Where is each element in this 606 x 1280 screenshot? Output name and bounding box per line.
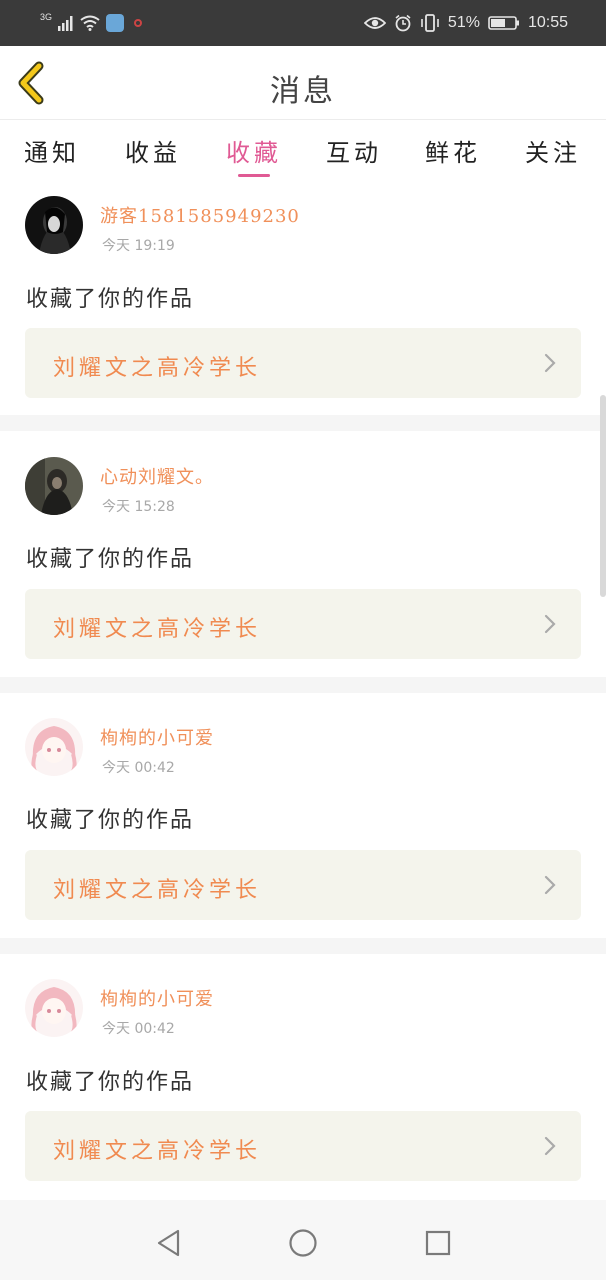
eye-icon bbox=[363, 17, 386, 29]
timestamp: 今天 00:42 bbox=[102, 760, 175, 776]
username[interactable]: 心动刘耀文。 bbox=[100, 463, 214, 489]
username[interactable]: 栒栒的小可爱 bbox=[100, 985, 214, 1011]
tab-follows[interactable]: 关注 bbox=[513, 133, 593, 173]
app-notification-icon bbox=[106, 14, 125, 32]
chevron-right-icon bbox=[544, 875, 556, 895]
action-text: 收藏了你的作品 bbox=[26, 808, 195, 833]
avatar[interactable] bbox=[25, 979, 83, 1037]
active-tab-indicator bbox=[238, 174, 270, 177]
status-left: 3G bbox=[40, 12, 143, 34]
divider bbox=[0, 677, 606, 693]
avatar[interactable] bbox=[25, 457, 83, 515]
header: 消息 bbox=[0, 46, 606, 120]
timestamp: 今天 15:28 bbox=[102, 499, 175, 515]
triangle-back-icon[interactable] bbox=[154, 1228, 184, 1258]
action-text: 收藏了你的作品 bbox=[26, 547, 195, 572]
avatar[interactable] bbox=[25, 196, 83, 254]
divider bbox=[0, 938, 606, 954]
action-text: 收藏了你的作品 bbox=[26, 287, 195, 312]
username[interactable]: 游客1581585949230 bbox=[100, 202, 300, 228]
square-recents-icon[interactable] bbox=[423, 1228, 453, 1258]
scrollbar[interactable] bbox=[600, 395, 606, 597]
work-title: 刘耀文之高冷学长 bbox=[53, 1139, 262, 1164]
message-card: 栒栒的小可爱 今天 00:42 收藏了你的作品 刘耀文之高冷学长 bbox=[0, 954, 606, 1200]
avatar[interactable] bbox=[25, 718, 83, 776]
tab-favorites[interactable]: 收藏 bbox=[214, 133, 294, 173]
tab-bar: 通知 收益 收藏 互动 鲜花 关注 bbox=[0, 121, 606, 183]
battery-percent: 51% bbox=[447, 14, 480, 31]
page-title: 消息 bbox=[270, 74, 336, 109]
record-notification-icon bbox=[134, 19, 143, 27]
alarm-icon bbox=[395, 14, 411, 32]
username[interactable]: 栒栒的小可爱 bbox=[100, 724, 214, 750]
battery-icon bbox=[488, 16, 519, 30]
work-title: 刘耀文之高冷学长 bbox=[53, 356, 262, 381]
timestamp: 今天 19:19 bbox=[102, 238, 175, 254]
work-link[interactable]: 刘耀文之高冷学长 bbox=[25, 589, 581, 659]
chevron-right-icon bbox=[544, 1136, 556, 1156]
message-card: 游客1581585949230 今天 19:19 收藏了你的作品 刘耀文之高冷学… bbox=[0, 183, 606, 415]
work-link[interactable]: 刘耀文之高冷学长 bbox=[25, 328, 581, 398]
tab-flowers[interactable]: 鲜花 bbox=[413, 133, 493, 173]
signal-icon bbox=[58, 16, 73, 31]
work-title: 刘耀文之高冷学长 bbox=[53, 878, 262, 903]
chevron-right-icon bbox=[544, 353, 556, 373]
circle-home-icon[interactable] bbox=[288, 1228, 318, 1258]
status-bar: 3G 51% 10:55 bbox=[0, 0, 606, 46]
wifi-icon bbox=[80, 15, 100, 31]
tab-interactions[interactable]: 互动 bbox=[314, 133, 394, 173]
tab-earnings[interactable]: 收益 bbox=[113, 133, 193, 173]
tab-notifications[interactable]: 通知 bbox=[12, 133, 92, 173]
network-type: 3G bbox=[40, 12, 53, 22]
vibrate-icon bbox=[421, 14, 439, 32]
divider bbox=[0, 415, 606, 431]
message-card: 栒栒的小可爱 今天 00:42 收藏了你的作品 刘耀文之高冷学长 bbox=[0, 693, 606, 937]
timestamp: 今天 00:42 bbox=[102, 1021, 175, 1037]
work-link[interactable]: 刘耀文之高冷学长 bbox=[25, 1111, 581, 1181]
navigation-bar bbox=[0, 1200, 606, 1280]
work-link[interactable]: 刘耀文之高冷学长 bbox=[25, 850, 581, 920]
status-right: 51% 10:55 bbox=[363, 12, 568, 34]
work-title: 刘耀文之高冷学长 bbox=[53, 617, 262, 642]
clock: 10:55 bbox=[527, 14, 568, 31]
message-card: 心动刘耀文。 今天 15:28 收藏了你的作品 刘耀文之高冷学长 bbox=[0, 431, 606, 675]
chevron-right-icon bbox=[544, 614, 556, 634]
action-text: 收藏了你的作品 bbox=[26, 1070, 195, 1095]
